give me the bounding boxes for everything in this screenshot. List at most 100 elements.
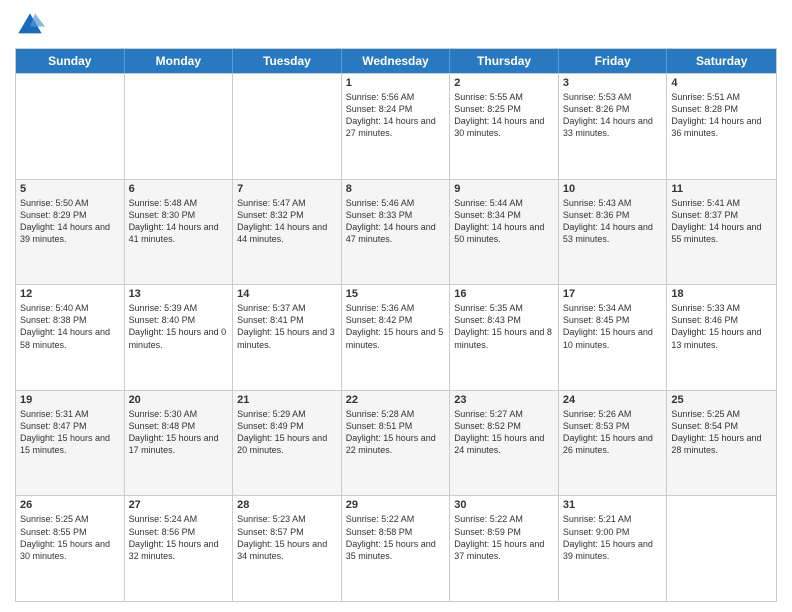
calendar-header: SundayMondayTuesdayWednesdayThursdayFrid… xyxy=(16,49,776,73)
day-info: Sunrise: 5:35 AM Sunset: 8:43 PM Dayligh… xyxy=(454,302,554,351)
calendar-row: 12 Sunrise: 5:40 AM Sunset: 8:38 PM Dayli… xyxy=(16,284,776,390)
calendar-cell: 27 Sunrise: 5:24 AM Sunset: 8:56 PM Dayli… xyxy=(125,496,234,601)
day-info: Sunrise: 5:50 AM Sunset: 8:29 PM Dayligh… xyxy=(20,197,120,246)
calendar-cell: 25Sunrise: 5:25 AM Sunset: 8:54 PM Dayli… xyxy=(667,391,776,496)
calendar-cell: 20 Sunrise: 5:30 AM Sunset: 8:48 PM Dayli… xyxy=(125,391,234,496)
day-info: Sunrise: 5:55 AM Sunset: 8:25 PM Dayligh… xyxy=(454,91,554,140)
day-number: 18 xyxy=(671,288,772,300)
day-info: Sunrise: 5:56 AM Sunset: 8:24 PM Dayligh… xyxy=(346,91,446,140)
day-number: 8 xyxy=(346,183,446,195)
calendar-cell xyxy=(16,74,125,179)
day-number: 3 xyxy=(563,77,663,89)
day-number: 17 xyxy=(563,288,663,300)
calendar-cell: 7 Sunrise: 5:47 AM Sunset: 8:32 PM Daylig… xyxy=(233,180,342,285)
calendar-cell: 18 Sunrise: 5:33 AM Sunset: 8:46 PM Dayli… xyxy=(667,285,776,390)
calendar-body: 1 Sunrise: 5:56 AM Sunset: 8:24 PM Daylig… xyxy=(16,73,776,601)
calendar-cell xyxy=(233,74,342,179)
weekday-header: Wednesday xyxy=(342,49,451,73)
calendar-cell: 6Sunrise: 5:48 AM Sunset: 8:30 PM Daylig… xyxy=(125,180,234,285)
calendar-cell: 21Sunrise: 5:29 AM Sunset: 8:49 PM Dayli… xyxy=(233,391,342,496)
weekday-header: Saturday xyxy=(667,49,776,73)
day-number: 26 xyxy=(20,499,120,511)
calendar-cell: 10 Sunrise: 5:43 AM Sunset: 8:36 PM Dayli… xyxy=(559,180,668,285)
day-info: Sunrise: 5:51 AM Sunset: 8:28 PM Dayligh… xyxy=(671,91,772,140)
calendar-cell: 3 Sunrise: 5:53 AM Sunset: 8:26 PM Daylig… xyxy=(559,74,668,179)
day-number: 4 xyxy=(671,77,772,89)
day-number: 29 xyxy=(346,499,446,511)
weekday-header: Monday xyxy=(125,49,234,73)
day-number: 10 xyxy=(563,183,663,195)
day-number: 27 xyxy=(129,499,229,511)
calendar-cell xyxy=(125,74,234,179)
day-number: 15 xyxy=(346,288,446,300)
calendar-cell: 23 Sunrise: 5:27 AM Sunset: 8:52 PM Dayli… xyxy=(450,391,559,496)
day-number: 5 xyxy=(20,183,120,195)
day-info: Sunrise: 5:43 AM Sunset: 8:36 PM Dayligh… xyxy=(563,197,663,246)
calendar: SundayMondayTuesdayWednesdayThursdayFrid… xyxy=(15,48,777,602)
day-number: 23 xyxy=(454,394,554,406)
day-number: 16 xyxy=(454,288,554,300)
weekday-header: Sunday xyxy=(16,49,125,73)
calendar-cell: 13Sunrise: 5:39 AM Sunset: 8:40 PM Dayli… xyxy=(125,285,234,390)
day-number: 31 xyxy=(563,499,663,511)
calendar-cell: 30Sunrise: 5:22 AM Sunset: 8:59 PM Dayli… xyxy=(450,496,559,601)
day-info: Sunrise: 5:34 AM Sunset: 8:45 PM Dayligh… xyxy=(563,302,663,351)
day-info: Sunrise: 5:22 AM Sunset: 8:59 PM Dayligh… xyxy=(454,513,554,562)
calendar-cell: 17 Sunrise: 5:34 AM Sunset: 8:45 PM Dayli… xyxy=(559,285,668,390)
weekday-header: Thursday xyxy=(450,49,559,73)
day-number: 21 xyxy=(237,394,337,406)
day-number: 24 xyxy=(563,394,663,406)
calendar-cell: 8 Sunrise: 5:46 AM Sunset: 8:33 PM Daylig… xyxy=(342,180,451,285)
weekday-header: Tuesday xyxy=(233,49,342,73)
day-info: Sunrise: 5:39 AM Sunset: 8:40 PM Dayligh… xyxy=(129,302,229,351)
day-info: Sunrise: 5:31 AM Sunset: 8:47 PM Dayligh… xyxy=(20,408,120,457)
calendar-cell: 26Sunrise: 5:25 AM Sunset: 8:55 PM Dayli… xyxy=(16,496,125,601)
day-number: 7 xyxy=(237,183,337,195)
day-info: Sunrise: 5:26 AM Sunset: 8:53 PM Dayligh… xyxy=(563,408,663,457)
day-number: 2 xyxy=(454,77,554,89)
calendar-cell xyxy=(667,496,776,601)
calendar-cell: 2 Sunrise: 5:55 AM Sunset: 8:25 PM Daylig… xyxy=(450,74,559,179)
calendar-cell: 1 Sunrise: 5:56 AM Sunset: 8:24 PM Daylig… xyxy=(342,74,451,179)
calendar-cell: 28Sunrise: 5:23 AM Sunset: 8:57 PM Dayli… xyxy=(233,496,342,601)
day-info: Sunrise: 5:44 AM Sunset: 8:34 PM Dayligh… xyxy=(454,197,554,246)
day-number: 9 xyxy=(454,183,554,195)
day-info: Sunrise: 5:22 AM Sunset: 8:58 PM Dayligh… xyxy=(346,513,446,562)
day-info: Sunrise: 5:30 AM Sunset: 8:48 PM Dayligh… xyxy=(129,408,229,457)
logo xyxy=(15,10,49,40)
day-info: Sunrise: 5:40 AM Sunset: 8:38 PM Dayligh… xyxy=(20,302,120,351)
calendar-row: 19 Sunrise: 5:31 AM Sunset: 8:47 PM Dayli… xyxy=(16,390,776,496)
day-number: 19 xyxy=(20,394,120,406)
calendar-cell: 12 Sunrise: 5:40 AM Sunset: 8:38 PM Dayli… xyxy=(16,285,125,390)
calendar-row: 5 Sunrise: 5:50 AM Sunset: 8:29 PM Daylig… xyxy=(16,179,776,285)
day-info: Sunrise: 5:28 AM Sunset: 8:51 PM Dayligh… xyxy=(346,408,446,457)
calendar-cell: 31Sunrise: 5:21 AM Sunset: 9:00 PM Dayli… xyxy=(559,496,668,601)
day-info: Sunrise: 5:27 AM Sunset: 8:52 PM Dayligh… xyxy=(454,408,554,457)
calendar-cell: 22Sunrise: 5:28 AM Sunset: 8:51 PM Dayli… xyxy=(342,391,451,496)
logo-icon xyxy=(15,10,45,40)
calendar-cell: 5 Sunrise: 5:50 AM Sunset: 8:29 PM Daylig… xyxy=(16,180,125,285)
calendar-cell: 29 Sunrise: 5:22 AM Sunset: 8:58 PM Dayli… xyxy=(342,496,451,601)
calendar-cell: 15 Sunrise: 5:36 AM Sunset: 8:42 PM Dayli… xyxy=(342,285,451,390)
day-info: Sunrise: 5:47 AM Sunset: 8:32 PM Dayligh… xyxy=(237,197,337,246)
day-info: Sunrise: 5:53 AM Sunset: 8:26 PM Dayligh… xyxy=(563,91,663,140)
calendar-cell: 16 Sunrise: 5:35 AM Sunset: 8:43 PM Dayli… xyxy=(450,285,559,390)
day-number: 28 xyxy=(237,499,337,511)
day-number: 14 xyxy=(237,288,337,300)
day-number: 11 xyxy=(671,183,772,195)
day-number: 25 xyxy=(671,394,772,406)
calendar-row: 1 Sunrise: 5:56 AM Sunset: 8:24 PM Daylig… xyxy=(16,73,776,179)
calendar-cell: 4 Sunrise: 5:51 AM Sunset: 8:28 PM Daylig… xyxy=(667,74,776,179)
day-number: 1 xyxy=(346,77,446,89)
day-number: 20 xyxy=(129,394,229,406)
calendar-row: 26Sunrise: 5:25 AM Sunset: 8:55 PM Dayli… xyxy=(16,495,776,601)
day-info: Sunrise: 5:41 AM Sunset: 8:37 PM Dayligh… xyxy=(671,197,772,246)
day-number: 12 xyxy=(20,288,120,300)
page: SundayMondayTuesdayWednesdayThursdayFrid… xyxy=(0,0,792,612)
day-info: Sunrise: 5:36 AM Sunset: 8:42 PM Dayligh… xyxy=(346,302,446,351)
day-info: Sunrise: 5:24 AM Sunset: 8:56 PM Dayligh… xyxy=(129,513,229,562)
calendar-cell: 11 Sunrise: 5:41 AM Sunset: 8:37 PM Dayli… xyxy=(667,180,776,285)
day-info: Sunrise: 5:33 AM Sunset: 8:46 PM Dayligh… xyxy=(671,302,772,351)
day-info: Sunrise: 5:46 AM Sunset: 8:33 PM Dayligh… xyxy=(346,197,446,246)
calendar-cell: 19 Sunrise: 5:31 AM Sunset: 8:47 PM Dayli… xyxy=(16,391,125,496)
